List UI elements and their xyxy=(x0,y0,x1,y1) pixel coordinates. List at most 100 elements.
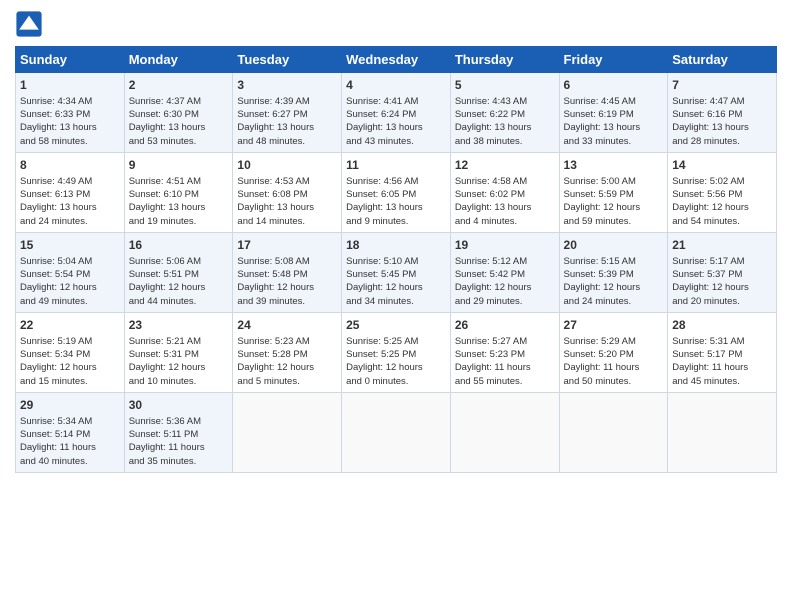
logo xyxy=(15,10,47,38)
cell-week5-day7 xyxy=(668,392,777,472)
day-info-line: and 45 minutes. xyxy=(672,376,740,387)
cell-week5-day6 xyxy=(559,392,668,472)
cell-week3-day6: 20Sunrise: 5:15 AMSunset: 5:39 PMDayligh… xyxy=(559,232,668,312)
day-info-line: Sunrise: 5:12 AM xyxy=(455,256,527,267)
day-info-line: Daylight: 13 hours xyxy=(129,122,206,133)
logo-icon xyxy=(15,10,43,38)
day-info-line: and 9 minutes. xyxy=(346,216,408,227)
day-info-line: Daylight: 13 hours xyxy=(346,202,423,213)
day-info-line: Sunset: 6:22 PM xyxy=(455,109,525,120)
day-info-line: and 15 minutes. xyxy=(20,376,88,387)
cell-week1-day5: 5Sunrise: 4:43 AMSunset: 6:22 PMDaylight… xyxy=(450,73,559,153)
day-info-line: Daylight: 12 hours xyxy=(237,362,314,373)
day-info-line: Sunrise: 5:23 AM xyxy=(237,336,309,347)
cell-week5-day3 xyxy=(233,392,342,472)
cell-week4-day6: 27Sunrise: 5:29 AMSunset: 5:20 PMDayligh… xyxy=(559,312,668,392)
cell-week2-day4: 11 Sunrise: 4:56 AM Sunset: 6:05 PM Dayligh… xyxy=(342,152,451,232)
day-info-line: Sunset: 6:05 PM xyxy=(346,189,416,200)
cell-week3-day4: 18Sunrise: 5:10 AMSunset: 5:45 PMDayligh… xyxy=(342,232,451,312)
day-number: 19 xyxy=(455,237,555,254)
day-info-line: and 24 minutes. xyxy=(20,216,88,227)
day-info-line: and 55 minutes. xyxy=(455,376,523,387)
day-number: 13 xyxy=(564,157,664,174)
cell-week4-day4: 25Sunrise: 5:25 AMSunset: 5:25 PMDayligh… xyxy=(342,312,451,392)
day-number: 11 xyxy=(346,157,446,174)
day-info-line: and 10 minutes. xyxy=(129,376,197,387)
cell-week1-day3: 3Sunrise: 4:39 AMSunset: 6:27 PMDaylight… xyxy=(233,73,342,153)
day-info-line: Sunrise: 5:06 AM xyxy=(129,256,201,267)
day-info-line: Sunrise: 4:56 AM xyxy=(346,176,418,187)
day-number: 1 xyxy=(20,77,120,94)
day-info-line: Daylight: 12 hours xyxy=(564,282,641,293)
day-info-line: Sunrise: 4:45 AM xyxy=(564,96,636,107)
day-number: 2 xyxy=(129,77,229,94)
cell-week4-day5: 26Sunrise: 5:27 AMSunset: 5:23 PMDayligh… xyxy=(450,312,559,392)
day-info-line: Sunset: 5:48 PM xyxy=(237,269,307,280)
week-row-1: 1 Sunrise: 4:34 AM Sunset: 6:33 PM Daylight… xyxy=(16,73,777,153)
day-info-line: Sunrise: 5:29 AM xyxy=(564,336,636,347)
day-info-line: Sunrise: 4:39 AM xyxy=(237,96,309,107)
day-info-line: and 43 minutes. xyxy=(346,136,414,147)
col-header-wednesday: Wednesday xyxy=(342,47,451,73)
day-info-line: Daylight: 12 hours xyxy=(20,282,97,293)
day-info-line: Sunset: 5:51 PM xyxy=(129,269,199,280)
day-info-line: Sunset: 6:24 PM xyxy=(346,109,416,120)
day-info-line: Daylight: 13 hours xyxy=(20,202,97,213)
cell-week2-day5: 12Sunrise: 4:58 AMSunset: 6:02 PMDayligh… xyxy=(450,152,559,232)
day-info-line: Sunset: 5:14 PM xyxy=(20,429,90,440)
cell-week4-day1: 22Sunrise: 5:19 AMSunset: 5:34 PMDayligh… xyxy=(16,312,125,392)
day-info-line: Sunrise: 4:53 AM xyxy=(237,176,309,187)
week-row-5: 29Sunrise: 5:34 AMSunset: 5:14 PMDayligh… xyxy=(16,392,777,472)
day-info-line: Sunrise: 5:25 AM xyxy=(346,336,418,347)
day-info-line: and 40 minutes. xyxy=(20,456,88,467)
day-number: 27 xyxy=(564,317,664,334)
col-header-saturday: Saturday xyxy=(668,47,777,73)
day-info-line: Sunrise: 4:51 AM xyxy=(129,176,201,187)
day-info-line: and 4 minutes. xyxy=(455,216,517,227)
day-info-line: Sunset: 6:33 PM xyxy=(20,109,90,120)
day-info-line: Sunrise: 4:34 AM xyxy=(20,96,92,107)
day-number: 12 xyxy=(455,157,555,174)
day-info-line: Sunset: 5:25 PM xyxy=(346,349,416,360)
cell-week3-day7: 21Sunrise: 5:17 AMSunset: 5:37 PMDayligh… xyxy=(668,232,777,312)
day-info-line: Sunset: 6:19 PM xyxy=(564,109,634,120)
day-info-line: Sunset: 5:34 PM xyxy=(20,349,90,360)
day-info-line: Daylight: 12 hours xyxy=(20,362,97,373)
day-info-line: and 44 minutes. xyxy=(129,296,197,307)
cell-week2-day7: 14Sunrise: 5:02 AMSunset: 5:56 PMDayligh… xyxy=(668,152,777,232)
cell-week2-day1: 8Sunrise: 4:49 AMSunset: 6:13 PMDaylight… xyxy=(16,152,125,232)
day-number: 5 xyxy=(455,77,555,94)
day-info-line: Daylight: 13 hours xyxy=(672,122,749,133)
day-info-line: and 14 minutes. xyxy=(237,216,305,227)
day-info-line: Daylight: 12 hours xyxy=(237,282,314,293)
day-number: 15 xyxy=(20,237,120,254)
day-info-line: Sunrise: 4:47 AM xyxy=(672,96,744,107)
day-info-line: Sunrise: 5:17 AM xyxy=(672,256,744,267)
day-number: 18 xyxy=(346,237,446,254)
cell-week5-day5 xyxy=(450,392,559,472)
cell-week5-day4 xyxy=(342,392,451,472)
cell-week1-day4: 4Sunrise: 4:41 AMSunset: 6:24 PMDaylight… xyxy=(342,73,451,153)
day-number: 10 xyxy=(237,157,337,174)
day-info-line: and 38 minutes. xyxy=(455,136,523,147)
day-number: 22 xyxy=(20,317,120,334)
day-info-line: Sunset: 6:13 PM xyxy=(20,189,90,200)
week-row-3: 15Sunrise: 5:04 AMSunset: 5:54 PMDayligh… xyxy=(16,232,777,312)
col-header-sunday: Sunday xyxy=(16,47,125,73)
day-info-line: and 24 minutes. xyxy=(564,296,632,307)
day-info-line: Daylight: 13 hours xyxy=(237,122,314,133)
day-number: 20 xyxy=(564,237,664,254)
day-info-line: Sunrise: 4:58 AM xyxy=(455,176,527,187)
cell-week1-day1: 1Sunrise: 4:34 AMSunset: 6:33 PMDaylight… xyxy=(16,73,125,153)
day-info-line: Daylight: 13 hours xyxy=(129,202,206,213)
cell-week3-day5: 19Sunrise: 5:12 AMSunset: 5:42 PMDayligh… xyxy=(450,232,559,312)
header xyxy=(15,10,777,38)
cell-week2-day2: 9Sunrise: 4:51 AMSunset: 6:10 PMDaylight… xyxy=(124,152,233,232)
day-info-line: and 39 minutes. xyxy=(237,296,305,307)
day-info-line: Daylight: 12 hours xyxy=(346,282,423,293)
day-info-line: and 28 minutes. xyxy=(672,136,740,147)
day-number: 26 xyxy=(455,317,555,334)
day-info-line: Sunrise: 5:15 AM xyxy=(564,256,636,267)
day-info-line: Sunset: 5:20 PM xyxy=(564,349,634,360)
day-number: 6 xyxy=(564,77,664,94)
